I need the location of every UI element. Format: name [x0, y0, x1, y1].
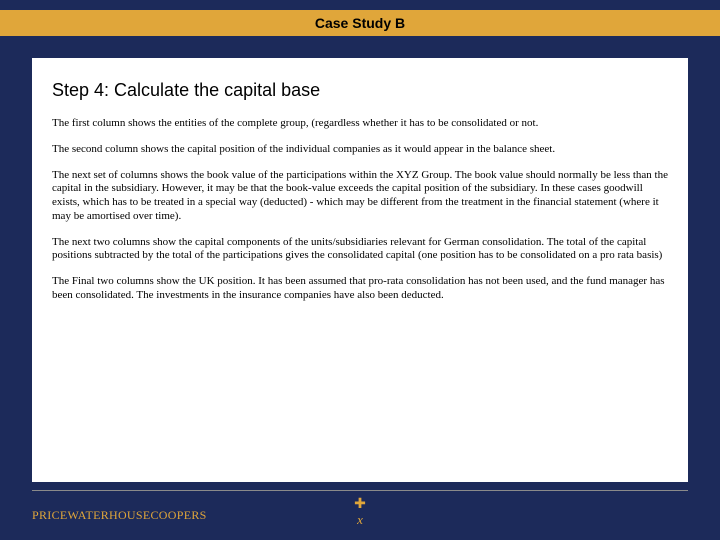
brand-logo: PRICEWATERHOUSECOOPERS [32, 508, 207, 523]
cross-icon: ✚ [354, 498, 366, 512]
footer: PRICEWATERHOUSECOOPERS ✚ x [0, 498, 720, 538]
body-paragraph: The first column shows the entities of t… [52, 117, 668, 131]
body-paragraph: The Final two columns show the UK positi… [52, 275, 668, 303]
body-paragraph: The second column shows the capital posi… [52, 143, 668, 157]
footer-x-mark: x [354, 513, 366, 526]
body-paragraph: The next set of columns shows the book v… [52, 169, 668, 224]
title-band: Case Study B [0, 10, 720, 36]
brand-text: PRICEWATERHOUSECOOPERS [32, 508, 207, 522]
footer-divider [32, 490, 688, 491]
content-card: Step 4: Calculate the capital base The f… [32, 58, 688, 482]
slide-title: Case Study B [315, 15, 405, 31]
footer-center-mark: ✚ x [354, 498, 366, 526]
step-heading: Step 4: Calculate the capital base [52, 80, 668, 101]
body-paragraph: The next two columns show the capital co… [52, 236, 668, 264]
